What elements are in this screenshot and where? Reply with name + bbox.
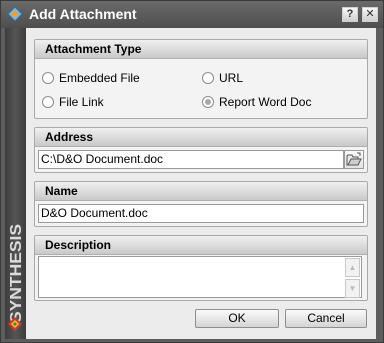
name-input[interactable]: D&O Document.doc — [38, 204, 364, 223]
app-icon — [7, 6, 23, 22]
description-scrollbar[interactable]: ▲ ▼ — [345, 258, 360, 298]
brand-sidebar: SYNTHESIS — [5, 28, 26, 339]
radio-label: URL — [219, 71, 244, 85]
address-group: Address C:\D&O Document.doc — [34, 127, 368, 173]
synthesis-brand-logo: SYNTHESIS — [8, 224, 25, 323]
radio-label: File Link — [59, 95, 104, 109]
radio-circle[interactable] — [42, 72, 54, 84]
help-button[interactable]: ? — [342, 7, 358, 22]
scroll-up-arrow[interactable]: ▲ — [345, 258, 360, 277]
scroll-down-arrow[interactable]: ▼ — [345, 279, 360, 298]
radio-file-link[interactable]: File Link — [42, 95, 104, 109]
synthesis-brand-text: SYNTHESIS — [8, 224, 25, 323]
description-textarea[interactable] — [38, 256, 362, 298]
radio-label: Report Word Doc — [219, 95, 312, 109]
attachment-type-group: Attachment Type Embedded File URL File L… — [34, 39, 368, 119]
description-group: Description ▲ ▼ — [34, 235, 368, 301]
window-title: Add Attachment — [29, 6, 137, 22]
open-folder-icon — [346, 152, 362, 166]
radio-url[interactable]: URL — [202, 71, 243, 85]
radio-circle[interactable] — [42, 96, 54, 108]
close-button[interactable]: ✕ — [362, 7, 378, 22]
name-group: Name D&O Document.doc — [34, 181, 368, 227]
radio-label: Embedded File — [59, 71, 140, 85]
synthesis-logo-icon — [8, 317, 22, 331]
cancel-button[interactable]: Cancel — [285, 309, 367, 328]
radio-circle-selected[interactable] — [202, 96, 214, 108]
radio-circle[interactable] — [202, 72, 214, 84]
ok-button[interactable]: OK — [195, 309, 279, 328]
radio-report-word-doc[interactable]: Report Word Doc — [202, 95, 311, 109]
description-header: Description — [35, 236, 367, 255]
add-attachment-dialog: Add Attachment ? ✕ SYNTHESIS Attachment … — [0, 0, 384, 343]
name-header: Name — [35, 182, 367, 201]
attachment-type-header: Attachment Type — [35, 40, 367, 59]
address-input[interactable]: C:\D&O Document.doc — [38, 150, 344, 169]
dialog-content: Attachment Type Embedded File URL File L… — [26, 28, 376, 339]
browse-button[interactable] — [344, 150, 364, 169]
address-header: Address — [35, 128, 367, 147]
title-bar[interactable]: Add Attachment ? ✕ — [1, 1, 383, 28]
radio-embedded-file[interactable]: Embedded File — [42, 71, 140, 85]
